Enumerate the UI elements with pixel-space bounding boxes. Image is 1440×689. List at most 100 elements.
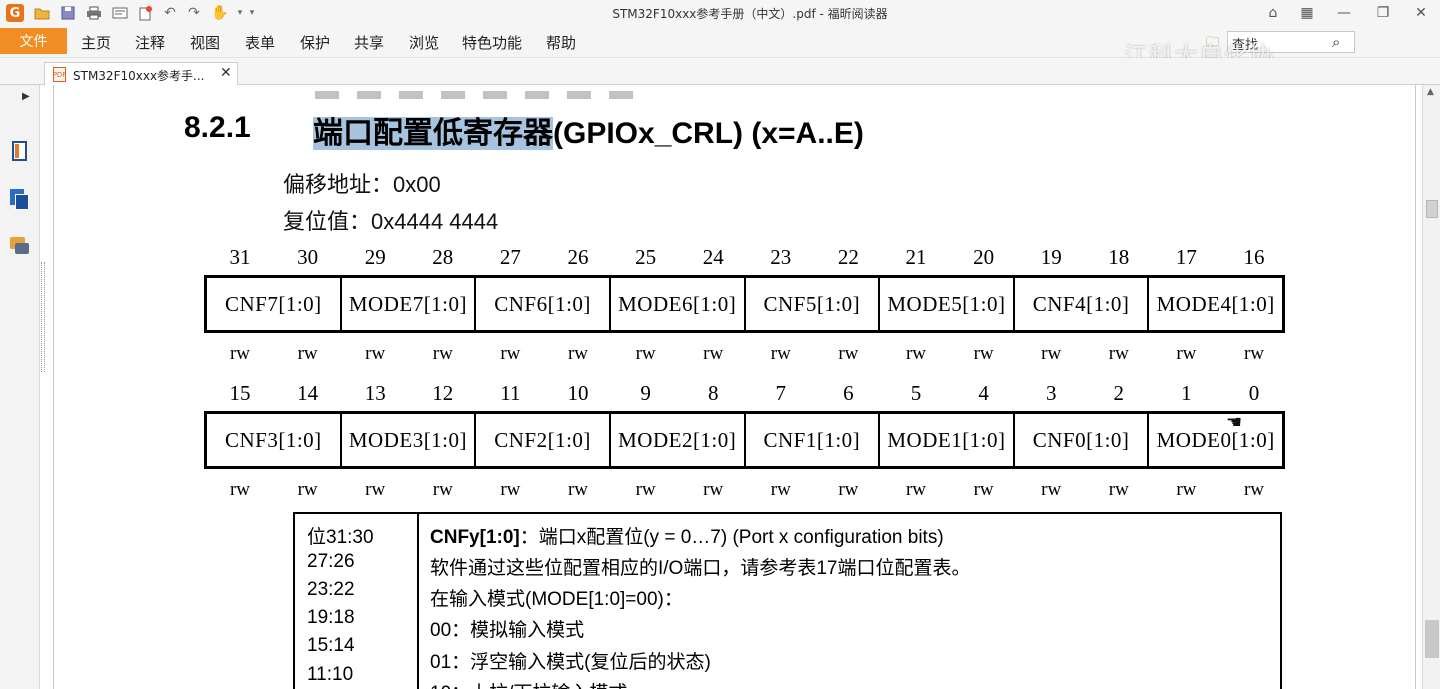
bit-number: 27 [499,245,521,269]
offset-address: 偏移地址：0x00 [283,172,441,197]
bit-number: 8 [707,381,719,405]
bit-range: 位31:30 [307,527,374,548]
tab-document[interactable]: PDF STM32F10xxx参考手... ✕ [44,62,238,86]
access-type: rw [1243,479,1265,500]
close-icon[interactable]: ✕ [1410,2,1432,24]
bit-description-table: 位31:30 27:26 23:22 19:18 15:14 11:10 CNF… [293,512,1282,689]
menu-home[interactable]: 主页 [81,32,111,53]
bit-number: 18 [1108,245,1130,269]
access-type: rw [297,479,318,500]
bit-number: 11 [500,381,521,405]
bit-number: 30 [297,245,319,269]
register-field: CNF7[1:0] [207,278,342,330]
section-title: 端口配置低寄存器(GPIOx_CRL) (x=A..E) [313,108,864,152]
access-type: rw [500,343,521,364]
menu-browse[interactable]: 浏览 [409,32,439,53]
restore-icon[interactable]: ❐ [1372,2,1394,24]
access-type: rw [567,343,589,364]
clipped-previous-line [315,90,655,99]
bit-range: 15:14 [307,635,355,656]
menu-view[interactable]: 视图 [190,32,220,53]
navigation-pane: ▶ [0,85,40,689]
register-field: MODE7[1:0] [342,278,477,330]
bit-number: 16 [1243,245,1265,269]
bit-number: 14 [297,381,319,405]
bit-number: 26 [567,245,589,269]
access-type: rw [770,479,791,500]
pane-splitter[interactable] [41,262,45,372]
register-field: MODE4[1:0] [1156,291,1275,316]
bit-number: 13 [364,381,386,405]
comments-icon[interactable] [10,237,30,259]
layout-icon[interactable]: ▦ [1296,2,1318,24]
bit-range: 27:26 [307,551,355,572]
tab-strip: PDF STM32F10xxx参考手... ✕ [0,58,1440,86]
bit-number: 17 [1175,245,1197,269]
search-icon[interactable]: ⌕ [1332,33,1340,51]
description-line: 软件通过这些位配置相应的I/O端口，请参考表17端口位配置表。 [430,558,971,579]
field-summary: ：端口x配置位(y = 0…7) (Port x configuration b… [519,527,944,548]
minimize-icon[interactable]: — [1333,2,1355,24]
bit-number: 28 [432,245,454,269]
access-type: rw [432,343,453,364]
register-field: MODE1[1:0] [880,414,1015,466]
register-field: CNF5[1:0] [746,278,881,330]
access-type: rw [1243,343,1265,364]
bit-number: 0 [1248,381,1260,405]
access-type: rw [973,479,994,500]
register-field: MODE5[1:0] [880,278,1015,330]
menu-protect[interactable]: 保护 [300,32,330,53]
menu-form[interactable]: 表单 [245,32,275,53]
bit-number: 24 [702,245,724,269]
access-type: rw [905,343,927,364]
expand-pane-icon[interactable]: ▶ [22,91,30,102]
title-bar: G ↶ ↷ ✋ ▾ ▾ STM32F10xxx参考手册（中文）.pdf - 福昕… [0,0,1440,26]
bit-number: 5 [910,381,922,405]
reset-value: 复位值：0x4444 4444 [283,209,499,234]
bit-number: 20 [973,245,995,269]
bit-number: 29 [364,245,386,269]
access-type: rw [703,343,724,364]
description-title: CNFy[1:0]：端口x配置位(y = 0…7) (Port x config… [430,522,944,549]
register-field: CNF0[1:0] [1015,414,1150,466]
page-thumbnails-icon[interactable] [10,141,30,163]
description-line: 01：浮空输入模式(复位后的状态) [430,652,711,673]
access-type: rw [229,343,251,364]
layers-icon[interactable] [10,189,30,211]
access-type: rw [1108,343,1129,364]
file-menu-button[interactable]: 文件 [0,28,67,54]
bit-range: 11:10 [307,664,354,685]
register-field: MODE3[1:0] [342,414,477,466]
menu-share[interactable]: 共享 [354,32,384,53]
highlighted-text[interactable]: 端口配置低寄存器 [313,117,553,150]
access-type: rw [1176,479,1197,500]
menu-help[interactable]: 帮助 [546,32,576,53]
scroll-thumb[interactable] [1426,200,1438,218]
pdf-file-icon: PDF [53,67,66,82]
tab-close-icon[interactable]: ✕ [220,65,232,81]
bit-number: 2 [1113,381,1125,405]
access-type: rw [973,343,994,364]
menu-features[interactable]: 特色功能 [462,32,522,53]
bit-range: 23:22 [307,579,355,600]
access-type: rw [905,479,927,500]
skin-icon[interactable]: ⌂ [1262,2,1284,24]
description-line: 在输入模式(MODE[1:0]=00)： [430,589,683,610]
description-line: 10：上拉/下拉输入模式 [430,678,627,689]
register-field: CNF1[1:0] [746,414,881,466]
section-title-rest: (GPIOx_CRL) (x=A..E) [553,117,864,150]
bit-number: 21 [905,245,927,269]
access-type: rw [838,343,859,364]
menu-comment[interactable]: 注释 [135,32,165,53]
bit-number: 22 [837,245,859,269]
bit-number: 3 [1045,381,1057,405]
access-type: rw [1041,479,1062,500]
vertical-scrollbar[interactable]: ▲ [1422,85,1440,689]
bit-number: 12 [432,381,454,405]
table-divider [417,514,419,689]
bit-number: 7 [775,381,787,405]
scroll-up-icon[interactable]: ▲ [1427,87,1434,97]
access-type: rw [838,479,859,500]
register-field: CNF3[1:0] [207,414,342,466]
bit-number: 10 [567,381,589,405]
